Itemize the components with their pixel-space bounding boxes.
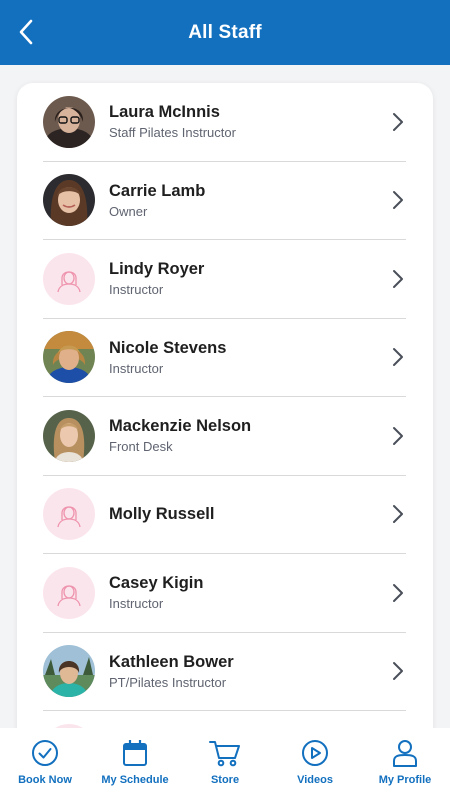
staff-name: Molly Russell [109,505,215,524]
back-button[interactable] [12,18,40,46]
staff-row[interactable]: Mackenzie Nelson Front Desk [43,397,406,476]
staff-name: Carrie Lamb [109,181,206,200]
chevron-right-icon [388,661,408,681]
avatar-photo [43,331,95,384]
staff-info: Carrie Lamb Owner [109,181,388,220]
chevron-right-icon [388,112,408,132]
chevron-right-icon [388,504,408,524]
tab-label: Book Now [18,774,72,786]
staff-role: Instructor [109,596,164,612]
avatar-placeholder-icon [43,566,95,619]
staff-role: Instructor [109,282,164,298]
staff-row[interactable]: Molly Russell [43,476,408,554]
staff-info: Lindy Royer Instructor [109,259,388,298]
staff-info: Molly Russell [109,504,388,524]
bottom-tab-bar: Book Now My Schedule Store Videos My Pro… [0,728,450,800]
staff-row[interactable]: Carrie Lamb Owner [43,162,408,240]
app-header: All Staff [0,0,450,65]
chevron-right-icon [388,426,408,446]
staff-info: Kathleen Bower PT/Pilates Instructor [109,652,388,691]
tab-label: Store [210,774,240,786]
staff-info: Casey Kigin Instructor [109,573,388,612]
staff-role: Front Desk [109,439,173,455]
staff-name: Nicole Stevens [109,338,227,357]
chevron-right-icon [388,583,408,603]
staff-name: Lindy Royer [109,260,205,279]
staff-row[interactable]: Laura McInnis Staff Pilates Instructor [43,83,406,162]
tab-label: My Profile [378,774,432,786]
chevron-left-icon [19,19,33,45]
staff-list: Laura McInnis Staff Pilates Instructor C… [17,83,433,743]
avatar-photo [43,174,95,227]
calendar-icon [122,738,148,768]
user-icon [392,738,418,768]
staff-row[interactable]: Nicole Stevens Instructor [43,319,408,397]
staff-name: Laura McInnis [109,103,220,122]
cart-icon [209,738,241,768]
staff-row[interactable]: Lindy Royer Instructor [43,240,406,319]
avatar-photo [43,95,95,148]
staff-role: Owner [109,203,148,219]
avatar-placeholder-icon [43,252,95,305]
chevron-right-icon [388,347,408,367]
tab-label: Videos [297,774,333,786]
chevron-right-icon [388,269,408,289]
play-circle-icon [301,738,329,768]
check-circle-icon [31,738,59,768]
tab-my-schedule[interactable]: My Schedule [90,738,180,786]
tab-store[interactable]: Store [180,738,270,786]
staff-row[interactable]: Kathleen Bower PT/Pilates Instructor [43,633,408,711]
staff-info: Nicole Stevens Instructor [109,338,388,377]
staff-row[interactable]: Casey Kigin Instructor [43,554,406,633]
avatar-photo [43,645,95,698]
staff-name: Kathleen Bower [109,652,234,671]
staff-role: Staff Pilates Instructor [109,125,236,141]
page-title: All Staff [188,21,262,43]
tab-label: My Schedule [101,774,169,786]
staff-info: Laura McInnis Staff Pilates Instructor [109,102,388,141]
tab-videos[interactable]: Videos [270,738,360,786]
tab-book-now[interactable]: Book Now [0,738,90,786]
staff-info: Mackenzie Nelson Front Desk [109,416,388,455]
chevron-right-icon [388,190,408,210]
tab-my-profile[interactable]: My Profile [360,738,450,786]
avatar-placeholder-icon [43,488,95,541]
staff-role: Instructor [109,360,164,376]
avatar-photo [43,409,95,462]
staff-role: PT/Pilates Instructor [109,674,227,690]
staff-card: Laura McInnis Staff Pilates Instructor C… [17,83,433,743]
staff-name: Mackenzie Nelson [109,417,252,436]
staff-name: Casey Kigin [109,574,204,593]
